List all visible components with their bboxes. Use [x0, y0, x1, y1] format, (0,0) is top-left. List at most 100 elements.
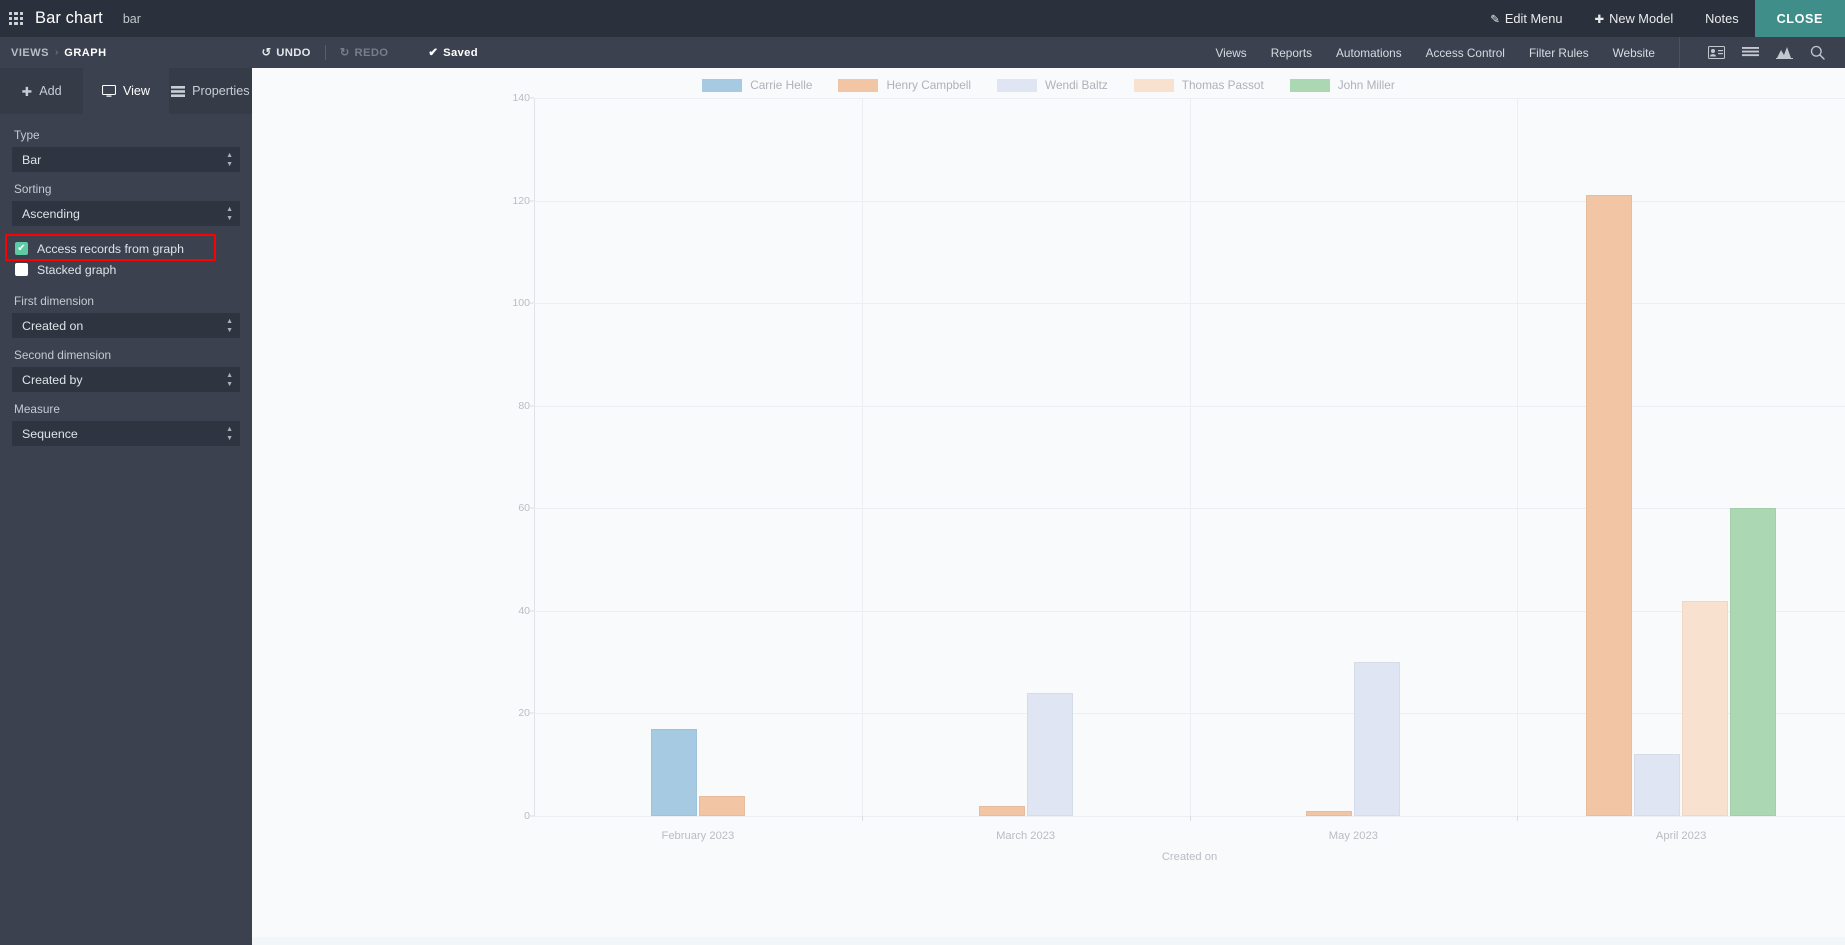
first-dimension-value: Created on — [22, 318, 84, 333]
bar-henry-campbell[interactable] — [978, 805, 1025, 816]
plus-icon: ✚ — [21, 84, 33, 99]
undo-icon: ↺ — [261, 47, 272, 59]
nav-access-control[interactable]: Access Control — [1414, 46, 1517, 60]
bar-wendi-baltz[interactable] — [1026, 692, 1073, 816]
bar-thomas-passot[interactable] — [1682, 600, 1729, 816]
apps-grid-icon[interactable] — [9, 11, 23, 26]
y-axis: 0 20 40 60 80 100 120 140 — [504, 92, 534, 886]
check-icon: ✔ — [428, 47, 439, 59]
saved-indicator[interactable]: ✔ Saved — [418, 46, 488, 60]
edit-menu-label: Edit Menu — [1504, 11, 1563, 26]
plot-area: 0 20 40 60 80 100 120 140 February 2023 March 20… — [512, 92, 1845, 886]
sub-nav: Views Reports Automations Access Control… — [1203, 37, 1845, 68]
sorting-label: Sorting — [14, 182, 52, 196]
legend-item[interactable]: Henry Campbell — [838, 78, 971, 92]
type-select[interactable]: Bar ▲ ▼ — [12, 147, 240, 172]
pencil-icon: ✎ — [1490, 13, 1500, 26]
breadcrumb: VIEWS › GRAPH — [11, 47, 107, 59]
bar-henry-campbell[interactable] — [1306, 810, 1353, 816]
access-records-checkbox[interactable] — [15, 242, 28, 255]
tab-add-label: Add — [39, 84, 62, 98]
legend-swatch — [1133, 78, 1174, 92]
monitor-icon — [101, 85, 116, 97]
undo-button[interactable]: ↺ UNDO — [252, 46, 321, 60]
checkbox-group: Access records from graph Stacked graph — [12, 238, 240, 280]
grid-line-vertical — [861, 98, 863, 816]
x-axis-tick — [1189, 816, 1191, 821]
tab-add[interactable]: ✚ Add — [0, 68, 85, 114]
sorting-select[interactable]: Ascending ▲ ▼ — [12, 201, 240, 226]
search-icon[interactable] — [1810, 45, 1825, 60]
undo-label: UNDO — [276, 46, 311, 59]
redo-icon: ↻ — [339, 47, 350, 59]
new-model-button[interactable]: ✚ New Model — [1579, 0, 1690, 37]
x-axis-title: Created on — [1161, 851, 1218, 863]
notes-button[interactable]: Notes — [1689, 0, 1754, 37]
sidebar-tabs: ✚ Add View Properties — [0, 68, 252, 114]
redo-label: REDO — [354, 46, 389, 59]
legend-item[interactable]: John Miller — [1289, 78, 1395, 92]
first-dimension-select[interactable]: Created on ▲ ▼ — [12, 313, 240, 338]
grid-line-vertical — [1517, 98, 1519, 816]
stepper-icon: ▲ ▼ — [226, 317, 233, 334]
grid-line-vertical — [1189, 98, 1191, 816]
tab-view[interactable]: View — [84, 68, 169, 114]
nav-automations[interactable]: Automations — [1324, 46, 1414, 60]
legend-item[interactable]: Thomas Passot — [1133, 78, 1264, 92]
second-dimension-select[interactable]: Created by ▲ ▼ — [12, 367, 240, 392]
access-records-row[interactable]: Access records from graph — [12, 238, 240, 259]
legend-swatch — [1289, 78, 1330, 92]
breadcrumb-graph[interactable]: GRAPH — [64, 47, 106, 59]
nav-website[interactable]: Website — [1601, 46, 1667, 60]
bar-wendi-baltz[interactable] — [1354, 662, 1401, 816]
bar-wendi-baltz[interactable] — [1634, 754, 1681, 816]
bar-carrie-helle[interactable] — [650, 728, 697, 816]
sorting-value: Ascending — [22, 206, 80, 221]
bar-john-miller[interactable] — [1730, 508, 1777, 816]
chart-legend: Carrie Helle Henry Campbell Wendi Baltz Tho… — [252, 78, 1845, 92]
y-axis-tick-label: 100 — [512, 297, 530, 310]
legend-item[interactable]: Carrie Helle — [702, 78, 812, 92]
x-axis-tick — [861, 816, 863, 821]
edit-menu-button[interactable]: ✎ Edit Menu — [1474, 0, 1578, 37]
app-subtitle: bar — [122, 11, 141, 26]
x-axis-tick — [1517, 816, 1519, 821]
kanban-card-icon[interactable] — [1708, 46, 1725, 59]
nav-reports[interactable]: Reports — [1259, 46, 1324, 60]
stacked-graph-label: Stacked graph — [37, 262, 117, 277]
close-button[interactable]: CLOSE — [1754, 0, 1845, 37]
legend-swatch — [838, 78, 879, 92]
nav-views[interactable]: Views — [1203, 46, 1258, 60]
y-axis-tick-label: 140 — [512, 92, 530, 104]
top-bar: Bar chart bar ✎ Edit Menu ✚ New Model No… — [0, 0, 1845, 37]
x-axis-category-label: February 2023 — [661, 830, 735, 842]
stepper-icon: ▲ ▼ — [226, 151, 233, 168]
stepper-icon: ▲ ▼ — [226, 371, 233, 388]
stacked-graph-row[interactable]: Stacked graph — [12, 259, 240, 280]
bar-henry-campbell[interactable] — [1586, 195, 1633, 816]
breadcrumb-views[interactable]: VIEWS — [11, 47, 49, 59]
legend-swatch — [702, 78, 743, 92]
new-model-label: New Model — [1609, 11, 1674, 26]
stepper-icon: ▲ ▼ — [226, 205, 233, 222]
tab-properties[interactable]: Properties — [169, 68, 252, 114]
chart-area: Carrie Helle Henry Campbell Wendi Baltz Tho… — [252, 68, 1845, 945]
legend-item[interactable]: Wendi Baltz — [997, 78, 1108, 92]
legend-swatch — [997, 78, 1038, 92]
y-axis-tick-label: 20 — [518, 707, 530, 720]
left-sidebar: ✚ Add View Properties Type Bar ▲ ▼ Sorti… — [0, 68, 252, 945]
list-icon[interactable] — [1742, 46, 1759, 59]
nav-filter-rules[interactable]: Filter Rules — [1517, 46, 1601, 60]
measure-select[interactable]: Sequence ▲ ▼ — [12, 421, 240, 446]
stacked-graph-checkbox[interactable] — [15, 263, 28, 276]
sidebar-content: Type Bar ▲▼ Sorting Ascending ▲▼ Access … — [0, 114, 252, 446]
x-axis-category-label: March 2023 — [996, 830, 1056, 842]
graph-icon[interactable] — [1776, 46, 1793, 59]
sub-bar: VIEWS › GRAPH ↺ UNDO ↻ REDO ✔ Saved View… — [0, 37, 1845, 68]
main-body: ✚ Add View Properties Type Bar ▲ ▼ Sorti… — [0, 68, 1845, 945]
second-dimension-label: Second dimension — [14, 348, 112, 362]
y-axis-tick-label: 40 — [518, 604, 530, 617]
bar-henry-campbell[interactable] — [698, 795, 745, 816]
y-axis-tick-label: 120 — [512, 194, 530, 207]
redo-button[interactable]: ↻ REDO — [330, 46, 399, 60]
